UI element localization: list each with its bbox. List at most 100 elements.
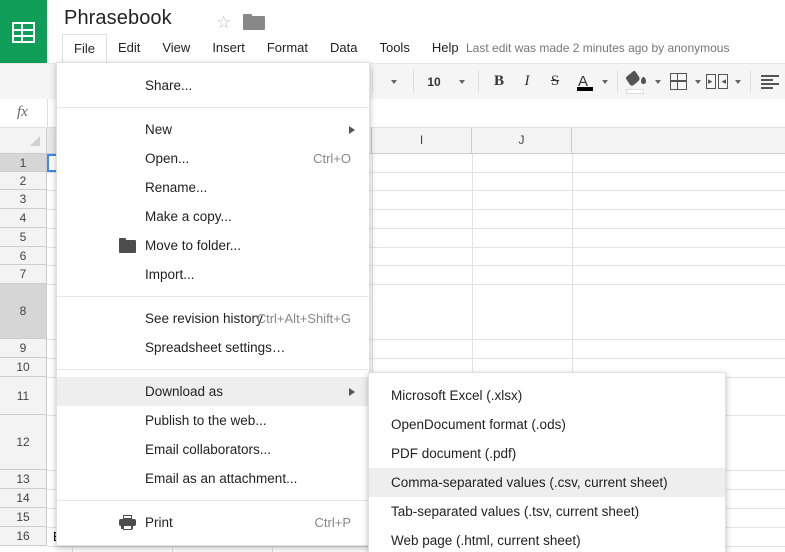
menubar: File Edit View Insert Format Data Tools … <box>62 33 470 63</box>
row-header-16[interactable]: 16 <box>0 527 47 546</box>
row-header-15[interactable]: 15 <box>0 508 47 527</box>
google-sheets-window: Phrasebook ☆ Last edit was made 2 minute… <box>0 0 785 552</box>
row-header-4[interactable]: 4 <box>0 209 47 228</box>
submenu-item-pdf[interactable]: PDF document (.pdf) <box>369 439 725 468</box>
toolbar-divider <box>372 70 373 93</box>
folder-icon[interactable] <box>243 14 265 30</box>
align-left-icon <box>761 74 779 89</box>
menu-item-label: See revision history <box>145 311 263 326</box>
sheets-logo[interactable] <box>0 0 47 65</box>
strikethrough-button[interactable]: S <box>544 70 566 93</box>
column-header-J[interactable]: J <box>472 128 572 154</box>
row-header-8[interactable]: 8 <box>0 284 47 339</box>
menubar-item-view[interactable]: View <box>151 34 201 62</box>
menu-item-see-revision-history[interactable]: See revision history Ctrl+Alt+Shift+G <box>57 304 369 333</box>
submenu-item-xlsx[interactable]: Microsoft Excel (.xlsx) <box>369 381 725 410</box>
row-header-14[interactable]: 14 <box>0 489 47 508</box>
row-header-13[interactable]: 13 <box>0 470 47 489</box>
row-header-10[interactable]: 10 <box>0 358 47 377</box>
menu-item-label: Comma-separated values (.csv, current sh… <box>391 475 668 490</box>
sheets-logo-icon <box>12 22 35 43</box>
last-edit-status: Last edit was made 2 minutes ago by anon… <box>466 41 730 55</box>
function-icon: fx <box>17 104 28 120</box>
menu-item-email-as-an-attachment[interactable]: Email as an attachment... <box>57 464 369 493</box>
menu-item-label: Open... <box>145 151 190 166</box>
menu-item-move-to-folder[interactable]: Move to folder... <box>57 231 369 260</box>
menu-item-spreadsheet-settings[interactable]: Spreadsheet settings… <box>57 333 369 362</box>
menubar-item-format[interactable]: Format <box>256 34 319 62</box>
file-menu[interactable]: Share... New Open... Ctrl+O Rename... Ma… <box>56 62 370 546</box>
page-title[interactable]: Phrasebook <box>64 7 172 30</box>
chevron-down-icon <box>391 79 397 84</box>
borders-button[interactable] <box>666 70 690 93</box>
column-header-extra[interactable] <box>572 128 785 154</box>
submenu-item-html[interactable]: Web page (.html, current sheet) <box>369 526 725 552</box>
row-header-9[interactable]: 9 <box>0 339 47 358</box>
submenu-item-ods[interactable]: OpenDocument format (.ods) <box>369 410 725 439</box>
merge-cells-button[interactable]: ▸ ◂ <box>704 70 730 93</box>
font-family-dropdown[interactable] <box>381 70 407 93</box>
merge-cells-icon: ▸ ◂ <box>706 74 728 89</box>
folder-icon <box>119 238 136 253</box>
menu-item-publish-to-the-web[interactable]: Publish to the web... <box>57 406 369 435</box>
menu-item-label: Web page (.html, current sheet) <box>391 533 581 548</box>
row-header-11[interactable]: 11 <box>0 377 47 415</box>
menu-item-label: Email collaborators... <box>145 442 272 457</box>
menubar-item-data[interactable]: Data <box>319 34 368 62</box>
menu-item-label: PDF document (.pdf) <box>391 446 517 461</box>
menu-item-label: New <box>145 122 173 137</box>
row-header-5[interactable]: 5 <box>0 228 47 247</box>
row-header-6[interactable]: 6 <box>0 247 47 265</box>
menu-item-new[interactable]: New <box>57 115 369 144</box>
menubar-item-edit[interactable]: Edit <box>107 34 151 62</box>
formula-bar-divider <box>47 99 48 127</box>
menubar-item-tools[interactable]: Tools <box>368 34 420 62</box>
column-header-I[interactable]: I <box>372 128 472 154</box>
menu-item-email-collaborators[interactable]: Email collaborators... <box>57 435 369 464</box>
row-header-7[interactable]: 7 <box>0 265 47 284</box>
merge-cells-dropdown[interactable] <box>730 70 746 93</box>
menu-item-label: Share... <box>145 78 193 93</box>
menu-item-label: Make a copy... <box>145 209 232 224</box>
menu-item-open[interactable]: Open... Ctrl+O <box>57 144 369 173</box>
menu-item-import[interactable]: Import... <box>57 260 369 289</box>
menu-item-rename[interactable]: Rename... <box>57 173 369 202</box>
chevron-down-icon <box>602 79 608 84</box>
corner-triangle-icon <box>30 136 40 146</box>
star-icon[interactable]: ☆ <box>216 14 231 31</box>
menu-separator <box>57 296 369 297</box>
fill-color-button[interactable] <box>624 69 648 94</box>
text-color-dropdown[interactable] <box>597 70 613 93</box>
row-header-2[interactable]: 2 <box>0 172 47 190</box>
bold-button[interactable]: B <box>488 70 510 93</box>
menu-item-download-as[interactable]: Download as <box>57 377 369 406</box>
menu-item-make-a-copy[interactable]: Make a copy... <box>57 202 369 231</box>
download-as-submenu[interactable]: Microsoft Excel (.xlsx) OpenDocument for… <box>368 372 726 552</box>
chevron-down-icon <box>735 79 741 84</box>
text-color-icon: A <box>576 74 593 91</box>
menu-item-label: Email as an attachment... <box>145 471 298 486</box>
font-size-dropdown[interactable] <box>452 70 472 93</box>
chevron-down-icon <box>695 79 701 84</box>
fill-color-dropdown[interactable] <box>650 70 666 93</box>
font-size-value[interactable]: 10 <box>421 70 447 93</box>
row-header-1[interactable]: 1 <box>0 154 47 172</box>
menubar-item-help[interactable]: Help <box>421 34 470 62</box>
menu-item-label: OpenDocument format (.ods) <box>391 417 566 432</box>
menu-item-label: Tab-separated values (.tsv, current shee… <box>391 504 640 519</box>
submenu-item-csv[interactable]: Comma-separated values (.csv, current sh… <box>369 468 725 497</box>
menubar-item-insert[interactable]: Insert <box>201 34 256 62</box>
menu-item-print[interactable]: Print Ctrl+P <box>57 508 369 537</box>
printer-icon <box>119 515 136 530</box>
toolbar-divider <box>750 70 751 93</box>
menubar-item-file[interactable]: File <box>62 33 107 63</box>
menu-item-share[interactable]: Share... <box>57 71 369 100</box>
horizontal-align-button[interactable] <box>760 70 780 93</box>
row-header-12[interactable]: 12 <box>0 415 47 470</box>
text-color-button[interactable]: A <box>572 70 594 93</box>
italic-button[interactable]: I <box>516 70 538 93</box>
chevron-right-icon <box>349 388 355 396</box>
select-all-corner[interactable] <box>0 128 47 154</box>
row-header-3[interactable]: 3 <box>0 190 47 209</box>
submenu-item-tsv[interactable]: Tab-separated values (.tsv, current shee… <box>369 497 725 526</box>
